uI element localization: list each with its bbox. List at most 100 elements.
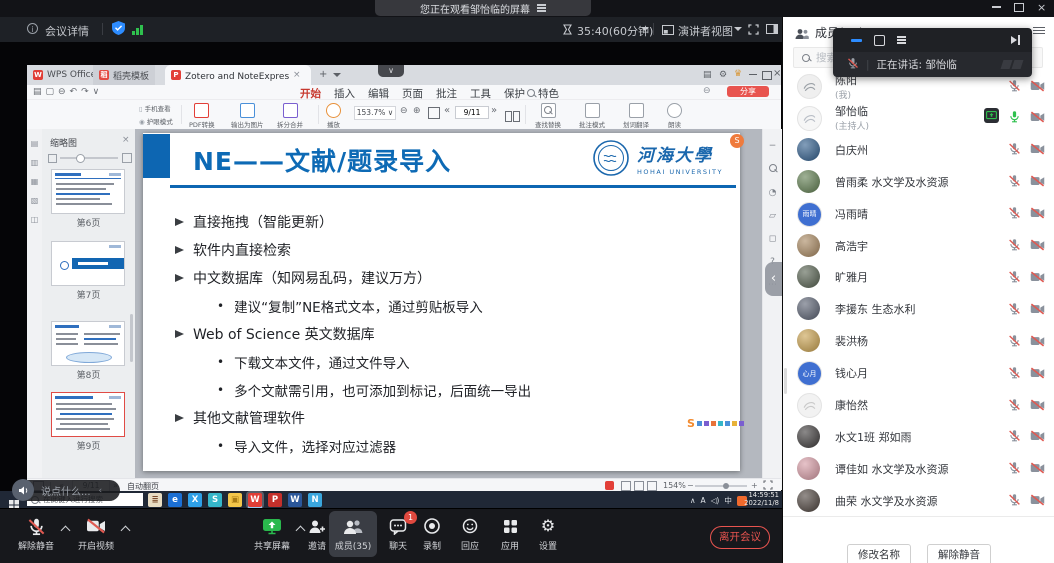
camera-off-icon[interactable]	[1030, 396, 1045, 415]
participant-row[interactable]: 康怡然	[793, 389, 1045, 421]
mic-muted-icon[interactable]	[1008, 77, 1021, 96]
taskbar-app-thunder[interactable]: X	[188, 493, 202, 507]
participant-row[interactable]: 谭佳如 水文学及水资源	[793, 453, 1045, 485]
mic-muted-icon[interactable]	[1008, 364, 1021, 383]
rename-button[interactable]: 修改名称	[847, 544, 911, 563]
thumb-scrollbar[interactable]	[130, 314, 133, 362]
overlay-list-icon[interactable]	[897, 35, 906, 46]
zoom-select[interactable]: 153.7% ∨	[354, 106, 396, 120]
wps-close-icon[interactable]: ×	[773, 68, 781, 79]
meeting-details-link[interactable]: 会议详情	[45, 23, 89, 39]
quick-access-icons[interactable]: ▤▢⊖↶↷∨	[33, 87, 103, 97]
comment-icon[interactable]: ▦	[31, 177, 39, 186]
assistant-badge-icon[interactable]: S	[730, 134, 744, 148]
attachment-icon[interactable]: ◫	[31, 215, 39, 224]
participant-row[interactable]: 水文1班 郑如雨	[793, 421, 1045, 453]
camera-off-icon[interactable]	[1030, 427, 1045, 446]
settings-button[interactable]: ⚙ 设置	[530, 511, 566, 557]
slide-thumbnail[interactable]	[51, 241, 125, 286]
find-replace-button[interactable]: 查找替换	[535, 103, 561, 129]
camera-off-icon[interactable]	[1030, 491, 1045, 510]
participant-row[interactable]: 旷雅月	[793, 261, 1045, 293]
participant-row[interactable]: 心月钱心月	[793, 357, 1045, 389]
wps-menu-3[interactable]: 编辑	[368, 86, 389, 101]
tray-volume-icon[interactable]: ◁)	[711, 496, 720, 505]
fullscreen-icon[interactable]	[748, 24, 759, 38]
taskbar-app-word[interactable]: W	[288, 493, 302, 507]
panel-collapse-handle[interactable]: ‹	[765, 262, 782, 296]
status-zoom-knob[interactable]	[723, 483, 729, 489]
camera-off-icon[interactable]	[1030, 236, 1045, 255]
status-zoom-slider[interactable]	[695, 485, 747, 487]
camera-off-icon[interactable]	[1030, 140, 1045, 159]
mic-muted-icon[interactable]	[1008, 396, 1021, 415]
taskbar-app-explorer[interactable]: ▣	[228, 493, 242, 507]
camera-off-icon[interactable]	[1030, 459, 1045, 478]
taskbar-app-pdf[interactable]: P	[268, 493, 282, 507]
wps-menu-5[interactable]: 批注	[436, 86, 457, 101]
gear-icon[interactable]: ⚙	[719, 70, 727, 80]
pdf-convert-button[interactable]: PDF转换	[189, 103, 215, 129]
mic-muted-icon[interactable]	[1008, 268, 1021, 287]
new-tab-button[interactable]: +	[319, 69, 327, 80]
members-button[interactable]: 成员(35)	[329, 511, 377, 557]
participant-row[interactable]: 曾雨柔 水文学及水资源	[793, 166, 1045, 198]
taskbar-app-noteexpress[interactable]: N	[308, 493, 322, 507]
share-screen-button[interactable]: 共享屏幕	[248, 511, 296, 557]
export-image-button[interactable]: 输出为图片	[231, 103, 264, 129]
wps-home-tab[interactable]: W WPS Office	[27, 65, 102, 85]
thumb-slider-knob[interactable]	[76, 154, 85, 163]
slide-thumbnail[interactable]	[51, 392, 125, 437]
wps-menu-4[interactable]: 页面	[402, 86, 423, 101]
overlay-window-icon[interactable]	[874, 35, 885, 46]
status-zoom-in-icon[interactable]: +	[751, 481, 758, 490]
mic-muted-icon[interactable]	[1008, 140, 1021, 159]
thumbnail-panel-close-icon[interactable]: ×	[122, 135, 130, 145]
page-indicator-input[interactable]: 9/11	[455, 106, 489, 119]
layout-icon[interactable]: ◻	[769, 234, 776, 244]
network-signal-icon[interactable]	[132, 25, 143, 38]
fit-page-icon[interactable]	[428, 107, 440, 119]
layout-settings-icon[interactable]: ▤	[703, 70, 712, 80]
presentation-mode-icon[interactable]	[605, 481, 614, 490]
next-page-icon[interactable]: »	[491, 105, 497, 116]
tray-expand-icon[interactable]: ∧	[690, 496, 696, 505]
security-shield-icon[interactable]	[112, 21, 125, 38]
read-aloud-button[interactable]: 朗读	[667, 103, 682, 129]
reactions-button[interactable]: 回应	[452, 511, 488, 557]
play-button[interactable]: 播放	[326, 103, 341, 129]
thumb-zoom-in-icon[interactable]	[122, 153, 132, 163]
overlay-dock-icon[interactable]	[1011, 35, 1021, 45]
pages-icon[interactable]: ▤	[31, 139, 39, 148]
tab-list-caret[interactable]	[333, 73, 341, 77]
speaker-icon[interactable]	[12, 479, 34, 501]
mic-on-icon[interactable]	[1008, 108, 1021, 127]
participant-row[interactable]: 高浩宇	[793, 230, 1045, 262]
search-icon[interactable]	[769, 164, 777, 175]
split-merge-button[interactable]: 拆分合并	[277, 103, 303, 129]
outline-icon[interactable]: ▥	[31, 158, 39, 167]
camera-off-icon[interactable]	[1030, 204, 1045, 223]
thumb-zoom-out-icon[interactable]	[48, 154, 57, 163]
camera-off-icon[interactable]	[1030, 332, 1045, 351]
camera-off-icon[interactable]	[1030, 268, 1045, 287]
wps-document-tab[interactable]: P Zotero and NoteExpress-演 ×	[165, 65, 311, 85]
wps-minimize-icon[interactable]	[749, 74, 757, 75]
wps-menu-7[interactable]: 保护	[504, 86, 525, 101]
camera-off-icon[interactable]	[1030, 364, 1045, 383]
thumb-zoom-slider[interactable]	[60, 157, 118, 159]
rotate-icon[interactable]: ◔	[769, 188, 777, 198]
window-minimize-button[interactable]	[992, 6, 1001, 8]
eye-mode-button[interactable]: ◉ 护眼模式	[139, 116, 173, 126]
wps-docer-tab[interactable]: 稻 稻壳模板	[93, 65, 155, 85]
start-video-button[interactable]: 开启视频	[70, 511, 122, 557]
taskbar-clock[interactable]: 14:59:51 2022/11/8	[741, 492, 779, 507]
participant-row[interactable]: 李援东 生态水利	[793, 293, 1045, 325]
participant-row[interactable]: 裴洪杨	[793, 325, 1045, 357]
taskbar-app-wps[interactable]: W	[248, 493, 262, 507]
mic-muted-icon[interactable]	[1008, 459, 1021, 478]
mic-muted-icon[interactable]	[1008, 300, 1021, 319]
single-page-icon[interactable]	[621, 481, 631, 491]
menu-search-icon[interactable]	[527, 89, 535, 97]
continuous-icon[interactable]	[647, 481, 657, 491]
